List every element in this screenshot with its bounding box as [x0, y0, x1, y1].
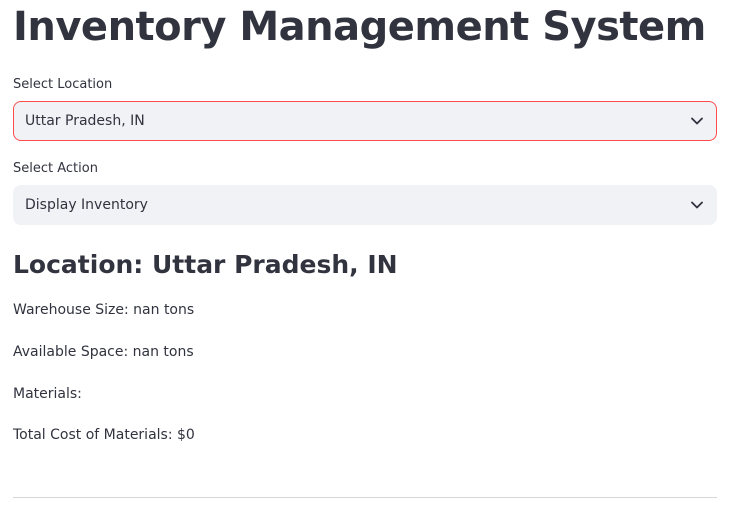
app-page: Inventory Management System Select Locat…	[0, 0, 734, 514]
total-cost-text: Total Cost of Materials: $0	[13, 427, 195, 443]
location-select-value: Uttar Pradesh, IN	[25, 113, 145, 129]
available-space-text: Available Space: nan tons	[13, 344, 194, 360]
location-select-label: Select Location	[13, 77, 113, 92]
action-select[interactable]: Display Inventory	[13, 185, 717, 225]
chevron-down-icon	[690, 114, 704, 128]
chevron-down-icon	[690, 198, 704, 212]
materials-text: Materials:	[13, 386, 82, 402]
page-title: Inventory Management System	[13, 4, 706, 50]
divider	[13, 497, 717, 498]
warehouse-size-text: Warehouse Size: nan tons	[13, 302, 195, 318]
location-heading: Location: Uttar Pradesh, IN	[13, 250, 398, 279]
action-select-value: Display Inventory	[25, 197, 148, 213]
location-select[interactable]: Uttar Pradesh, IN	[13, 101, 717, 141]
action-select-label: Select Action	[13, 161, 98, 176]
